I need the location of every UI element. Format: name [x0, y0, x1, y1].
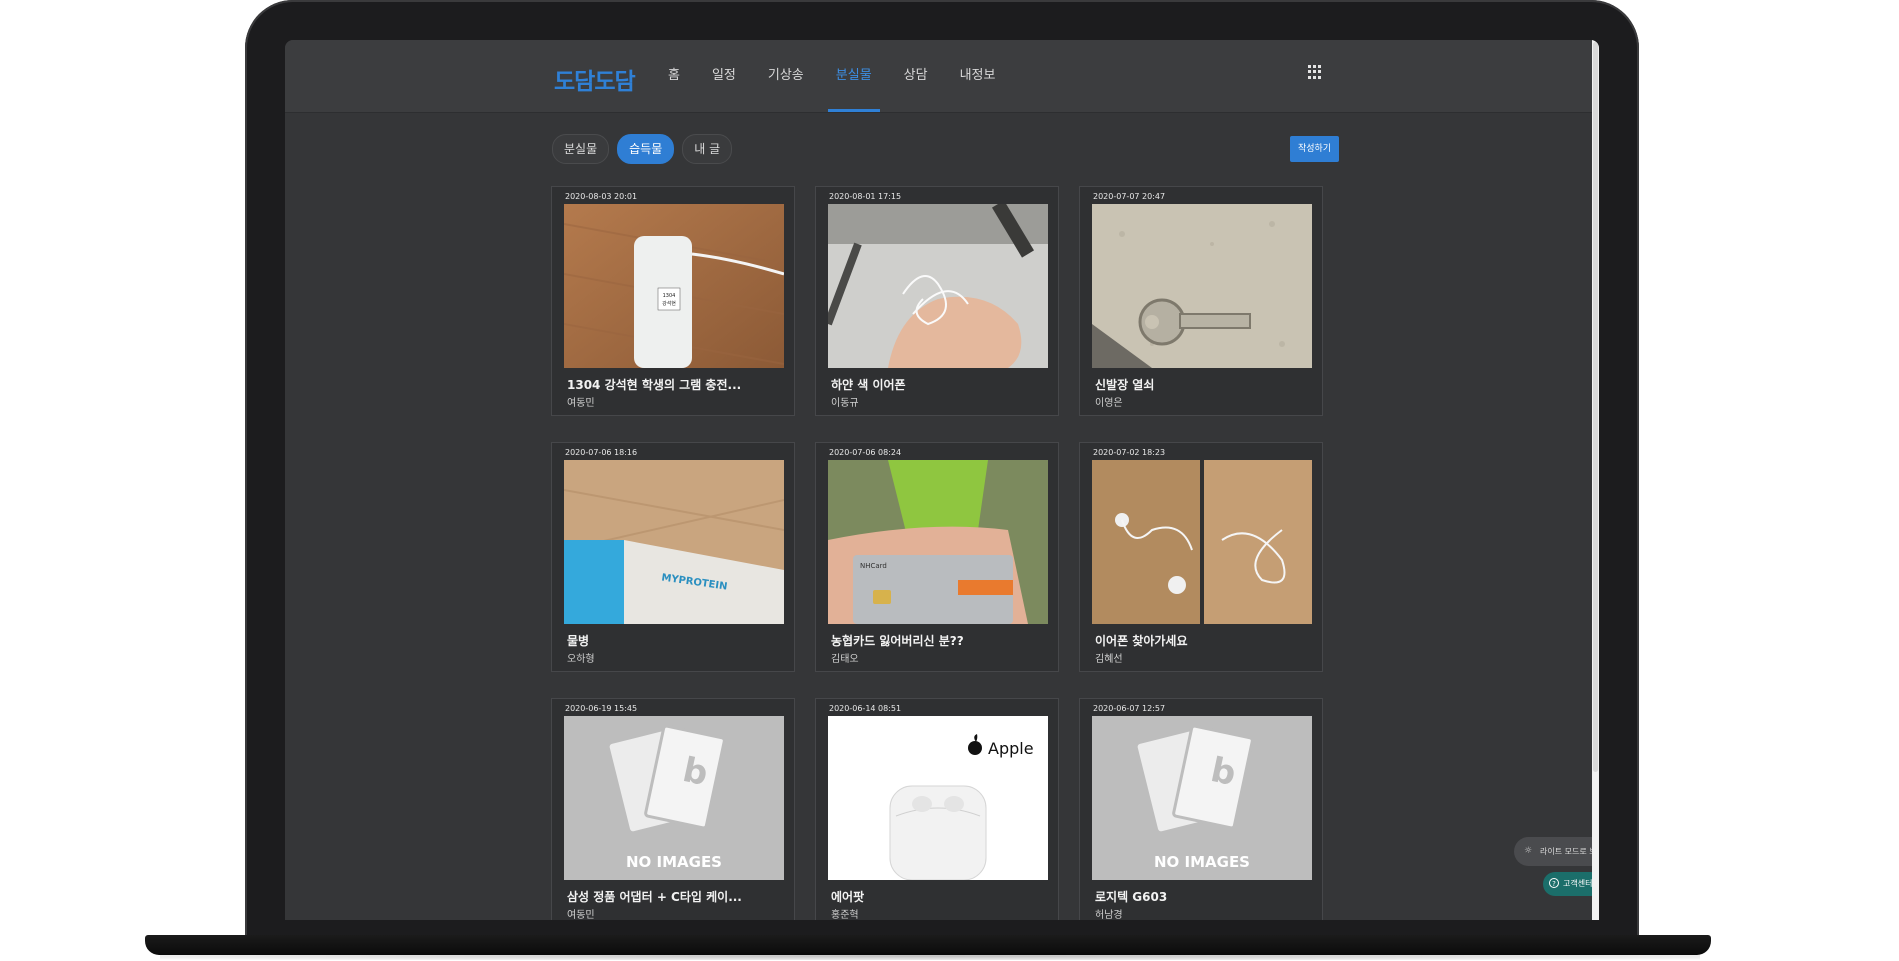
nav-item-wakeup-song[interactable]: 기상송 — [760, 40, 812, 112]
post-card[interactable]: 2020-06-14 08:51 Apple 에어팟 홍준혁 — [815, 698, 1059, 920]
post-date: 2020-07-02 18:23 — [1093, 448, 1166, 457]
app-grid-icon[interactable] — [1308, 65, 1322, 79]
filter-tabs: 분실물 습득물 내 글 — [552, 134, 733, 164]
post-title: 에어팟 — [831, 890, 865, 904]
apple-brand: Apple — [988, 739, 1034, 758]
charger-label-line1: 1304 — [663, 293, 676, 299]
post-author: 이영은 — [1095, 398, 1123, 409]
post-title: 삼성 정품 어댑터 + C타입 케이... — [567, 890, 742, 904]
post-photo-placeholder: b NO IMAGES — [1092, 716, 1312, 880]
tab-my-posts[interactable]: 내 글 — [682, 134, 733, 164]
tab-lost-items[interactable]: 분실물 — [552, 134, 610, 164]
nav-item-my-info[interactable]: 내정보 — [952, 40, 1004, 112]
post-card[interactable]: 2020-07-06 08:24 NHCard 농협카드 잃어버리신 분?? 김… — [815, 442, 1059, 672]
app-logo[interactable]: 도담도담 — [554, 62, 636, 96]
sun-icon: ☼ — [1524, 846, 1533, 856]
app-screen: 도담도담 홈 일정 기상송 분실물 상담 내정보 분실물 습득물 내 글 작성하… — [285, 40, 1599, 920]
no-image-label: NO IMAGES — [1154, 853, 1250, 871]
post-author: 이동규 — [831, 398, 859, 409]
help-center-button[interactable]: ? 고객센터 — [1543, 872, 1599, 896]
post-card[interactable]: 2020-07-07 20:47 신발장 열쇠 이영은 — [1079, 186, 1323, 416]
post-author: 여동민 — [567, 910, 595, 920]
post-date: 2020-06-19 15:45 — [565, 704, 638, 713]
post-photo-placeholder: b NO IMAGES — [564, 716, 784, 880]
post-card[interactable]: 2020-06-07 12:57 b NO IMAGES 로지텍 G603 허남… — [1079, 698, 1323, 920]
post-author: 여동민 — [567, 398, 595, 409]
post-date: 2020-08-03 20:01 — [565, 192, 638, 201]
nav-item-home[interactable]: 홈 — [660, 40, 688, 112]
tab-found-items[interactable]: 습득물 — [617, 134, 675, 164]
post-card[interactable]: 2020-06-19 15:45 b NO IMAGES 삼성 정품 어댑터 +… — [551, 698, 795, 920]
help-center-label: 고객센터 — [1563, 879, 1593, 888]
post-card[interactable]: 2020-08-03 20:01 1304 강석현 1304 강석현 학생의 그… — [551, 186, 795, 416]
nav-item-lost-and-found[interactable]: 분실물 — [827, 40, 880, 112]
post-author: 김태오 — [831, 654, 859, 665]
main-nav: 홈 일정 기상송 분실물 상담 내정보 — [660, 40, 1019, 112]
write-post-button[interactable]: 작성하기 — [1290, 136, 1339, 162]
post-card[interactable]: 2020-08-01 17:15 하얀 색 이어폰 이동규 — [815, 186, 1059, 416]
post-photo-card: NHCard — [828, 460, 1048, 624]
post-title: 이어폰 찾아가세요 — [1095, 634, 1188, 648]
no-image-label: NO IMAGES — [626, 853, 722, 871]
post-card[interactable]: 2020-07-02 18:23 이어폰 찾아가세요 김혜선 — [1079, 442, 1323, 672]
card-brand: NHCard — [860, 562, 887, 570]
scrollbar-thumb[interactable] — [1593, 42, 1598, 772]
post-title: 하얀 색 이어폰 — [831, 378, 906, 392]
post-author: 홍준혁 — [831, 910, 859, 920]
light-mode-toggle[interactable]: ☼ 라이트 모드로 보기 — [1514, 837, 1599, 866]
post-date: 2020-08-01 17:15 — [829, 192, 902, 201]
question-icon: ? — [1549, 878, 1559, 888]
post-date: 2020-07-07 20:47 — [1093, 192, 1166, 201]
post-author: 오하형 — [567, 654, 595, 665]
post-card[interactable]: 2020-07-06 18:16 MYPROTEIN 물병 오하형 — [551, 442, 795, 672]
post-date: 2020-06-14 08:51 — [829, 704, 902, 713]
light-mode-label: 라이트 모드로 보기 — [1540, 847, 1599, 856]
post-photo-key — [1092, 204, 1312, 368]
post-photo-bottle: MYPROTEIN — [564, 460, 784, 624]
post-title: 로지텍 G603 — [1095, 890, 1168, 904]
post-photo-airpods: Apple — [828, 716, 1048, 880]
charger-label-line2: 강석현 — [662, 300, 676, 307]
post-title: 물병 — [567, 634, 590, 648]
post-title: 농협카드 잃어버리신 분?? — [831, 634, 964, 648]
post-title: 1304 강석현 학생의 그램 충전... — [567, 378, 742, 392]
post-author: 김혜선 — [1095, 654, 1123, 665]
post-photo-earphones-two — [1092, 460, 1312, 624]
post-title: 신발장 열쇠 — [1095, 378, 1155, 392]
post-photo-charger: 1304 강석현 — [564, 204, 784, 368]
post-date: 2020-06-07 12:57 — [1093, 704, 1166, 713]
nav-item-counseling[interactable]: 상담 — [896, 40, 936, 112]
laptop-shadow — [160, 952, 1700, 960]
post-photo-earphones — [828, 204, 1048, 368]
post-date: 2020-07-06 08:24 — [829, 448, 902, 457]
nav-item-schedule[interactable]: 일정 — [704, 40, 744, 112]
post-author: 허남경 — [1095, 910, 1123, 920]
post-date: 2020-07-06 18:16 — [565, 448, 638, 457]
top-navigation-bar: 도담도담 홈 일정 기상송 분실물 상담 내정보 — [285, 40, 1592, 113]
page-scrollbar[interactable] — [1592, 40, 1599, 920]
